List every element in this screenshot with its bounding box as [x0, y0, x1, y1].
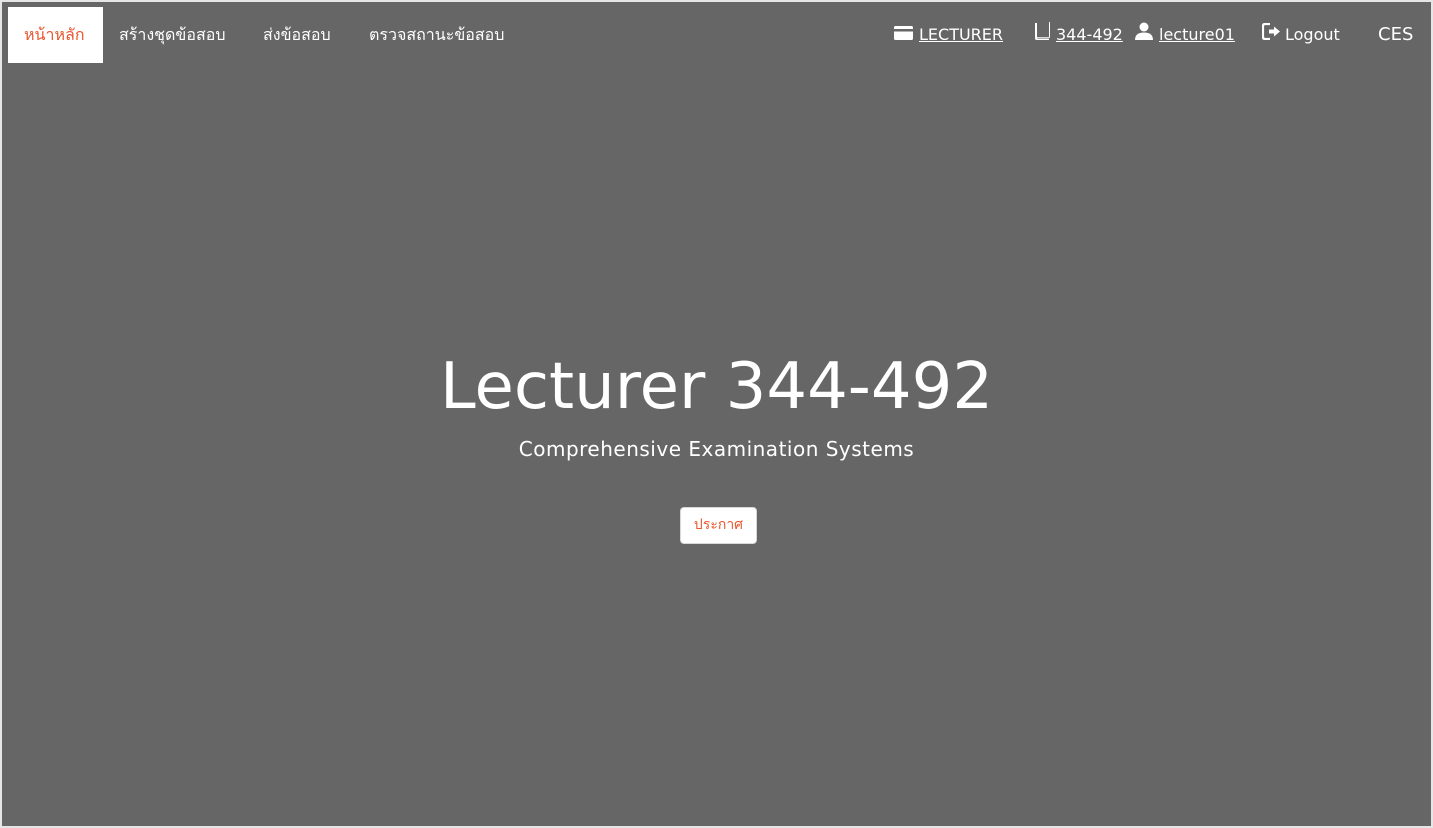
role-link[interactable]: LECTURER: [894, 7, 1003, 63]
page-title: Lecturer 344-492: [439, 350, 994, 424]
logout-button[interactable]: Logout: [1261, 7, 1340, 63]
credit-card-icon: [894, 7, 913, 63]
logout-icon: [1261, 7, 1281, 63]
logout-label: Logout: [1285, 25, 1340, 44]
nav-item-submit-exam[interactable]: ส่งข้อสอบ: [263, 7, 331, 63]
page-subtitle: Comprehensive Examination Systems: [518, 437, 915, 461]
announcement-button-label: ประกาศ: [693, 517, 744, 533]
brand-link[interactable]: CES: [1378, 7, 1413, 63]
top-navbar: หน้าหลัก สร้างชุดข้อสอบ ส่งข้อสอบ ตรวจสถ…: [2, 2, 1431, 72]
nav-item-check-exam-status-label: ตรวจสถานะข้อสอบ: [369, 25, 505, 44]
nav-item-create-exam-set-label: สร้างชุดข้อสอบ: [119, 25, 226, 44]
book-icon: [1034, 7, 1050, 63]
user-label: lecture01: [1159, 25, 1235, 44]
user-icon: [1135, 7, 1153, 63]
nav-item-home-label: หน้าหลัก: [24, 25, 85, 44]
course-label: 344-492: [1056, 25, 1123, 44]
nav-item-create-exam-set[interactable]: สร้างชุดข้อสอบ: [119, 7, 225, 63]
brand-label: CES: [1378, 24, 1414, 45]
role-label: LECTURER: [919, 25, 1004, 44]
course-link[interactable]: 344-492: [1034, 7, 1123, 63]
nav-item-home[interactable]: หน้าหลัก: [8, 7, 103, 63]
user-link[interactable]: lecture01: [1135, 7, 1235, 63]
nav-item-submit-exam-label: ส่งข้อสอบ: [263, 25, 331, 44]
nav-item-check-exam-status[interactable]: ตรวจสถานะข้อสอบ: [369, 7, 504, 63]
announcement-button[interactable]: ประกาศ: [680, 507, 757, 544]
page-frame: หน้าหลัก สร้างชุดข้อสอบ ส่งข้อสอบ ตรวจสถ…: [0, 0, 1433, 828]
